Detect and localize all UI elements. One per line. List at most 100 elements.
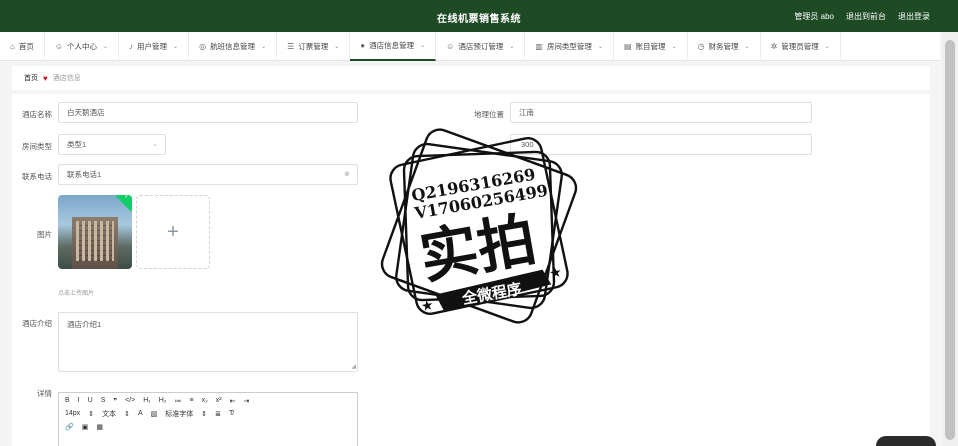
outdent-button[interactable]: ⇤ [230,397,236,405]
chevron-down-icon: ⌄ [509,44,515,50]
user-icon: ☺ [54,42,64,51]
chevron-down-icon: ⌄ [671,44,677,50]
admin-name: 管理员 abo [794,12,834,21]
rich-text-editor[interactable]: B I U S ❞ </> H₁ H₂ ≔ ≡ x₂ x² ⇤ ⇥ 14px ⇕ 文本 ⇕ A ▧ 标准字… [58,392,358,446]
ordered-list-button[interactable]: ≔ [174,397,181,405]
chart-icon: ▥ [535,42,543,51]
chevron-down-icon: ⌄ [824,44,830,50]
hotel-image-thumbnail[interactable]: ✓ [58,195,132,269]
chevron-down-icon: ⌄ [744,44,750,50]
clear-icon[interactable]: ⊗ [344,170,350,178]
breadcrumb: 首页 ♥ 酒店信息 [12,66,930,90]
superscript-button[interactable]: x² [216,397,222,404]
top-bar: 在线机票销售系统 管理员 abo 退出到前台 退出登录 [0,0,958,32]
intro-label: 酒店介绍 [22,319,52,328]
scrollbar-thumb[interactable] [945,40,955,440]
nav-item-label: 酒店信息管理 [369,41,415,50]
nav-item-label: 酒店预订管理 [458,42,504,51]
image-icon[interactable]: ▣ [82,423,89,431]
logout-link[interactable]: 退出登录 [898,11,930,22]
list-icon: ☰ [287,42,295,51]
hotel-name-label: 酒店名称 [22,110,52,119]
nav-item-label: 财务管理 [708,42,739,51]
chevron-down-icon: ⌄ [173,44,179,50]
breadcrumb-current: 酒店信息 [52,75,81,82]
nav-item-label: 订票管理 [298,42,329,51]
hotel-name-input[interactable]: 白天鹅酒店 [58,102,358,123]
nav-item[interactable]: ▥ 房间类型管理 ⌄ [525,32,614,61]
resize-handle-icon[interactable]: ◢ [351,363,356,370]
gear-icon: ✲ [770,42,778,51]
nav-item[interactable]: ☰ 订票管理 ⌄ [277,32,351,61]
nav-item[interactable]: ☺ 个人中心 ⌄ [45,32,120,61]
vertical-scrollbar[interactable] [942,32,958,446]
background-color-button[interactable]: ▧ [151,410,158,418]
indent-button[interactable]: ⇥ [244,397,250,405]
italic-button[interactable]: I [78,397,80,404]
code-button[interactable]: </> [125,397,135,404]
editor-toolbar-row-1: B I U S ❞ </> H₁ H₂ ≔ ≡ x₂ x² ⇤ ⇥ [59,395,357,406]
underline-button[interactable]: U [88,397,93,404]
quote-button[interactable]: ❞ [113,397,117,405]
nav-item-label: 管理员管理 [781,42,819,51]
floating-action-button[interactable] [876,436,936,446]
phone-value: 联系电话1 [67,170,102,179]
intro-textarea[interactable]: 酒店介绍1 ◢ [58,312,358,372]
chevron-down-icon: ⌄ [261,44,267,50]
room-type-select[interactable]: 类型1 ⌄ [58,134,166,155]
chevron-down-icon: ⌄ [597,44,603,50]
link-icon[interactable]: 🔗 [65,423,74,431]
nav-item[interactable]: ⌂ 首页 [0,32,45,61]
image-upload-button[interactable]: + [136,195,210,269]
h1-button[interactable]: H₁ [143,397,150,404]
chevron-down-icon: ⌄ [420,43,426,49]
main-nav: ⌂ 首页 ☺ 个人中心 ⌄ ♪ 用户管理 ⌄ ◎ 航班信息管理 ⌄ ☰ 订票管理 ⌄ ● 酒店信息管理 ⌄ ☺ 酒店… [0,32,940,61]
editor-toolbar-row-3: 🔗 ▣ ▦ [59,421,357,432]
nav-item-label: 账目管理 [635,42,666,51]
font-color-button[interactable]: A [138,410,143,417]
intro-value: 酒店介绍1 [67,320,102,329]
text-style-select[interactable]: 文本 [102,409,116,419]
strike-button[interactable]: S [101,397,106,404]
chevron-updown-icon: ⇕ [124,410,130,418]
heart-icon: ♥ [43,73,48,83]
nav-item[interactable]: ◷ 财务管理 ⌄ [688,32,761,61]
nav-item[interactable]: ▤ 账目管理 ⌄ [614,32,688,61]
detail-label: 详情 [37,389,52,398]
nav-item-label: 用户管理 [137,42,168,51]
room-type-value: 类型1 [67,140,87,149]
nav-item[interactable]: ✲ 管理员管理 ⌄ [761,32,841,61]
uploaded-check-badge: ✓ [115,195,132,212]
compass-icon: ◎ [199,42,207,51]
watermark-stamp: Q2196316269 V17060256499 实拍 全微程序 ★ ★ [380,128,578,324]
align-button[interactable]: ≣ [215,410,221,418]
header-actions: 管理员 abo 退出到前台 退出登录 [794,11,930,22]
clock-icon: ◷ [697,42,705,51]
chevron-down-icon: ⌄ [103,44,109,50]
h2-button[interactable]: H₂ [159,397,167,404]
phone-label: 联系电话 [22,172,52,181]
location-label: 地理位置 [474,110,504,119]
room-type-label: 房间类型 [22,142,52,151]
font-family-select[interactable]: 标准字体 [165,409,193,419]
breadcrumb-home[interactable]: 首页 [24,73,38,83]
clear-format-button[interactable]: T̸ [229,410,233,417]
nav-item[interactable]: ♪ 用户管理 ⌄ [119,32,190,61]
nav-item-label: 房间类型管理 [546,42,592,51]
exit-to-front-link[interactable]: 退出到前台 [846,11,886,22]
home-icon: ⌂ [10,42,15,51]
bold-button[interactable]: B [65,397,70,404]
font-size-select[interactable]: 14px [65,410,80,417]
nav-item[interactable]: ● 酒店信息管理 ⌄ [350,32,437,61]
phone-input[interactable]: 联系电话1 ⊗ [58,164,358,185]
nav-item[interactable]: ◎ 航班信息管理 ⌄ [189,32,278,61]
upload-hint: 点击上传图片 [58,291,95,297]
image-label: 图片 [37,230,52,239]
plus-icon: + [167,220,179,243]
video-icon[interactable]: ▦ [96,423,103,431]
location-icon: ● [360,41,366,50]
subscript-button[interactable]: x₂ [202,397,208,404]
check-icon: ✓ [124,195,130,201]
nav-item[interactable]: ☺ 酒店预订管理 ⌄ [436,32,526,61]
bullet-list-button[interactable]: ≡ [189,397,193,404]
